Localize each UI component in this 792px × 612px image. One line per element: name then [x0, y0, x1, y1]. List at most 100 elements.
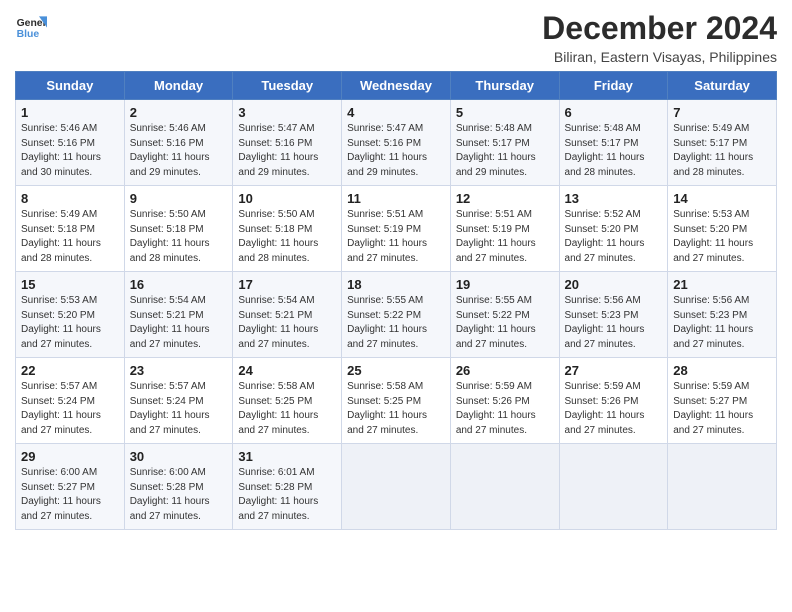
calendar-table: SundayMondayTuesdayWednesdayThursdayFrid… — [15, 71, 777, 530]
weekday-header-tuesday: Tuesday — [233, 72, 342, 100]
day-info: Sunrise: 5:48 AM Sunset: 5:17 PM Dayligh… — [456, 122, 554, 180]
day-info: Sunrise: 5:59 AM Sunset: 5:27 PM Dayligh… — [673, 380, 771, 438]
day-number: 19 — [456, 277, 554, 292]
calendar-cell: 23Sunrise: 5:57 AM Sunset: 5:24 PM Dayli… — [124, 358, 233, 444]
day-info: Sunrise: 5:57 AM Sunset: 5:24 PM Dayligh… — [21, 380, 119, 438]
day-info: Sunrise: 5:56 AM Sunset: 5:23 PM Dayligh… — [565, 294, 663, 352]
weekday-header-saturday: Saturday — [668, 72, 777, 100]
calendar-cell: 16 Sunrise: 5:54 AM Sunset: 5:21 PM Dayli… — [124, 272, 233, 358]
weekday-header-wednesday: Wednesday — [342, 72, 451, 100]
calendar-cell: 15 Sunrise: 5:53 AM Sunset: 5:20 PM Dayli… — [16, 272, 125, 358]
calendar-cell: 19 Sunrise: 5:55 AM Sunset: 5:22 PM Dayli… — [450, 272, 559, 358]
calendar-cell: 4Sunrise: 5:47 AM Sunset: 5:16 PM Daylig… — [342, 100, 451, 186]
calendar-cell: 25 Sunrise: 5:58 AM Sunset: 5:25 PM Dayli… — [342, 358, 451, 444]
calendar-subtitle: Biliran, Eastern Visayas, Philippines — [542, 49, 777, 65]
day-number: 8 — [21, 191, 119, 206]
day-info: Sunrise: 5:50 AM Sunset: 5:18 PM Dayligh… — [238, 208, 336, 266]
day-number: 23 — [130, 363, 228, 378]
day-info: Sunrise: 6:00 AM Sunset: 5:28 PM Dayligh… — [130, 466, 228, 524]
day-number: 9 — [130, 191, 228, 206]
calendar-cell: 11 Sunrise: 5:51 AM Sunset: 5:19 PM Dayli… — [342, 186, 451, 272]
day-number: 30 — [130, 449, 228, 464]
day-info: Sunrise: 5:47 AM Sunset: 5:16 PM Dayligh… — [238, 122, 336, 180]
day-info: Sunrise: 5:58 AM Sunset: 5:25 PM Dayligh… — [238, 380, 336, 438]
day-info: Sunrise: 5:59 AM Sunset: 5:26 PM Dayligh… — [565, 380, 663, 438]
title-area: December 2024 Biliran, Eastern Visayas, … — [542, 10, 777, 65]
calendar-cell — [450, 444, 559, 530]
day-number: 17 — [238, 277, 336, 292]
day-number: 21 — [673, 277, 771, 292]
day-info: Sunrise: 6:00 AM Sunset: 5:27 PM Dayligh… — [21, 466, 119, 524]
calendar-cell — [559, 444, 668, 530]
day-info: Sunrise: 5:59 AM Sunset: 5:26 PM Dayligh… — [456, 380, 554, 438]
day-info: Sunrise: 6:01 AM Sunset: 5:28 PM Dayligh… — [238, 466, 336, 524]
day-info: Sunrise: 5:52 AM Sunset: 5:20 PM Dayligh… — [565, 208, 663, 266]
calendar-cell: 6 Sunrise: 5:48 AM Sunset: 5:17 PM Daylig… — [559, 100, 668, 186]
day-number: 15 — [21, 277, 119, 292]
day-number: 26 — [456, 363, 554, 378]
day-info: Sunrise: 5:51 AM Sunset: 5:19 PM Dayligh… — [456, 208, 554, 266]
day-number: 31 — [238, 449, 336, 464]
day-info: Sunrise: 5:51 AM Sunset: 5:19 PM Dayligh… — [347, 208, 445, 266]
calendar-cell: 14 Sunrise: 5:53 AM Sunset: 5:20 PM Dayli… — [668, 186, 777, 272]
header: General Blue December 2024 Biliran, East… — [15, 10, 777, 65]
day-info: Sunrise: 5:55 AM Sunset: 5:22 PM Dayligh… — [456, 294, 554, 352]
day-number: 12 — [456, 191, 554, 206]
calendar-cell: 1 Sunrise: 5:46 AM Sunset: 5:16 PM Daylig… — [16, 100, 125, 186]
day-number: 13 — [565, 191, 663, 206]
weekday-header-thursday: Thursday — [450, 72, 559, 100]
calendar-cell: 31 Sunrise: 6:01 AM Sunset: 5:28 PM Dayli… — [233, 444, 342, 530]
day-number: 6 — [565, 105, 663, 120]
day-info: Sunrise: 5:53 AM Sunset: 5:20 PM Dayligh… — [673, 208, 771, 266]
calendar-cell: 13 Sunrise: 5:52 AM Sunset: 5:20 PM Dayli… — [559, 186, 668, 272]
day-info: Sunrise: 5:56 AM Sunset: 5:23 PM Dayligh… — [673, 294, 771, 352]
day-number: 7 — [673, 105, 771, 120]
day-number: 20 — [565, 277, 663, 292]
day-info: Sunrise: 5:50 AM Sunset: 5:18 PM Dayligh… — [130, 208, 228, 266]
day-number: 5 — [456, 105, 554, 120]
day-number: 28 — [673, 363, 771, 378]
day-info: Sunrise: 5:55 AM Sunset: 5:22 PM Dayligh… — [347, 294, 445, 352]
weekday-header-monday: Monday — [124, 72, 233, 100]
day-number: 24 — [238, 363, 336, 378]
day-info: Sunrise: 5:53 AM Sunset: 5:20 PM Dayligh… — [21, 294, 119, 352]
calendar-cell: 26 Sunrise: 5:59 AM Sunset: 5:26 PM Dayli… — [450, 358, 559, 444]
calendar-cell: 29Sunrise: 6:00 AM Sunset: 5:27 PM Dayli… — [16, 444, 125, 530]
calendar-cell: 9 Sunrise: 5:50 AM Sunset: 5:18 PM Daylig… — [124, 186, 233, 272]
calendar-cell: 20 Sunrise: 5:56 AM Sunset: 5:23 PM Dayli… — [559, 272, 668, 358]
week-row-2: 8 Sunrise: 5:49 AM Sunset: 5:18 PM Daylig… — [16, 186, 777, 272]
day-info: Sunrise: 5:46 AM Sunset: 5:16 PM Dayligh… — [130, 122, 228, 180]
calendar-cell: 3Sunrise: 5:47 AM Sunset: 5:16 PM Daylig… — [233, 100, 342, 186]
calendar-cell: 28 Sunrise: 5:59 AM Sunset: 5:27 PM Dayli… — [668, 358, 777, 444]
calendar-cell: 12 Sunrise: 5:51 AM Sunset: 5:19 PM Dayli… — [450, 186, 559, 272]
day-number: 22 — [21, 363, 119, 378]
day-number: 1 — [21, 105, 119, 120]
calendar-cell: 2Sunrise: 5:46 AM Sunset: 5:16 PM Daylig… — [124, 100, 233, 186]
day-info: Sunrise: 5:48 AM Sunset: 5:17 PM Dayligh… — [565, 122, 663, 180]
day-number: 16 — [130, 277, 228, 292]
week-row-5: 29Sunrise: 6:00 AM Sunset: 5:27 PM Dayli… — [16, 444, 777, 530]
week-row-4: 22 Sunrise: 5:57 AM Sunset: 5:24 PM Dayli… — [16, 358, 777, 444]
calendar-cell: 21 Sunrise: 5:56 AM Sunset: 5:23 PM Dayli… — [668, 272, 777, 358]
svg-text:Blue: Blue — [17, 29, 40, 40]
day-number: 18 — [347, 277, 445, 292]
day-info: Sunrise: 5:46 AM Sunset: 5:16 PM Dayligh… — [21, 122, 119, 180]
day-info: Sunrise: 5:54 AM Sunset: 5:21 PM Dayligh… — [130, 294, 228, 352]
day-number: 25 — [347, 363, 445, 378]
calendar-cell: 7 Sunrise: 5:49 AM Sunset: 5:17 PM Daylig… — [668, 100, 777, 186]
weekday-header-friday: Friday — [559, 72, 668, 100]
day-number: 14 — [673, 191, 771, 206]
day-info: Sunrise: 5:58 AM Sunset: 5:25 PM Dayligh… — [347, 380, 445, 438]
calendar-cell: 17 Sunrise: 5:54 AM Sunset: 5:21 PM Dayli… — [233, 272, 342, 358]
day-info: Sunrise: 5:49 AM Sunset: 5:17 PM Dayligh… — [673, 122, 771, 180]
day-number: 11 — [347, 191, 445, 206]
calendar-cell: 8 Sunrise: 5:49 AM Sunset: 5:18 PM Daylig… — [16, 186, 125, 272]
day-info: Sunrise: 5:54 AM Sunset: 5:21 PM Dayligh… — [238, 294, 336, 352]
day-number: 10 — [238, 191, 336, 206]
calendar-cell: 18 Sunrise: 5:55 AM Sunset: 5:22 PM Dayli… — [342, 272, 451, 358]
week-row-1: 1 Sunrise: 5:46 AM Sunset: 5:16 PM Daylig… — [16, 100, 777, 186]
calendar-cell: 30 Sunrise: 6:00 AM Sunset: 5:28 PM Dayli… — [124, 444, 233, 530]
day-info: Sunrise: 5:49 AM Sunset: 5:18 PM Dayligh… — [21, 208, 119, 266]
calendar-cell: 24 Sunrise: 5:58 AM Sunset: 5:25 PM Dayli… — [233, 358, 342, 444]
calendar-cell: 22 Sunrise: 5:57 AM Sunset: 5:24 PM Dayli… — [16, 358, 125, 444]
